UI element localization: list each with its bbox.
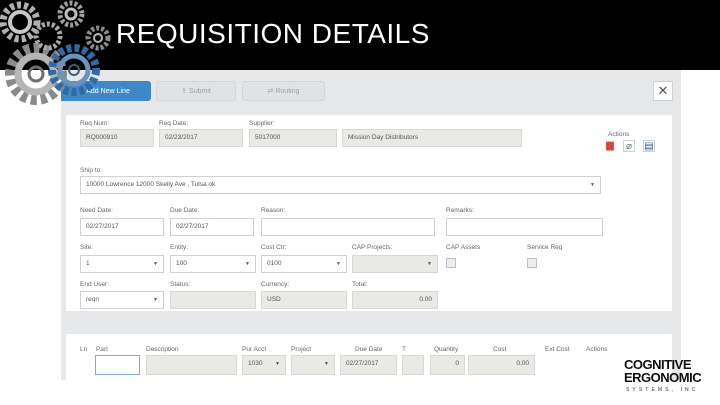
cost-ctr-value: 0100 bbox=[267, 260, 282, 267]
close-button[interactable]: ✕ bbox=[653, 81, 673, 101]
cap-projects-label: CAP Projects: bbox=[352, 244, 393, 251]
col-header-ext-cost: Ext Cost bbox=[545, 346, 570, 353]
col-header-quantity: Quantity bbox=[434, 346, 459, 353]
cap-projects-select[interactable]: ▼ bbox=[352, 255, 438, 273]
req-date-field: 02/23/2017 bbox=[159, 129, 243, 147]
need-date-input[interactable]: 02/27/2017 bbox=[80, 218, 164, 236]
remarks-label: Remarks: bbox=[446, 207, 474, 214]
ship-to-value: 10000 Lowrence 12000 Skelly Ave , Tulsa … bbox=[86, 181, 216, 188]
entity-label: Entity: bbox=[170, 244, 189, 251]
total-label: Total: bbox=[352, 281, 368, 288]
col-header-ln: Ln bbox=[80, 346, 88, 353]
chevron-down-icon: ▼ bbox=[427, 261, 432, 267]
cap-assets-checkbox[interactable] bbox=[446, 258, 456, 268]
col-header-t: T bbox=[402, 346, 406, 353]
cost-ctr-select[interactable]: 0100 ▼ bbox=[261, 255, 347, 273]
comment-icon[interactable]: ▤ bbox=[643, 140, 655, 152]
supplier-label: Supplier: bbox=[249, 120, 275, 127]
status-field bbox=[170, 291, 256, 309]
col-header-actions: Actions bbox=[586, 346, 608, 353]
ship-to-select[interactable]: 10000 Lowrence 12000 Skelly Ave , Tulsa … bbox=[80, 176, 601, 194]
req-num-field: RQ000910 bbox=[80, 129, 154, 147]
t-field bbox=[402, 355, 424, 375]
requisition-lines-panel: Ln Part Description Pur Acct Project Due… bbox=[66, 334, 672, 380]
site-label: Site: bbox=[80, 244, 94, 251]
col-header-due-date: Due Date bbox=[355, 346, 383, 353]
need-date-label: Need Date: bbox=[80, 207, 113, 214]
total-field: 0.00 bbox=[352, 291, 438, 309]
logo-line-3: SYSTEMS, INC bbox=[626, 387, 699, 393]
col-header-part: Part bbox=[96, 346, 108, 353]
paperclip-icon[interactable]: ⌀ bbox=[623, 140, 635, 152]
cost-ctr-label: Cost Ctr: bbox=[261, 244, 287, 251]
submit-button[interactable]: ⇪ Submit bbox=[156, 81, 236, 101]
col-header-cost: Cost bbox=[493, 346, 507, 353]
req-date-label: Req Date: bbox=[159, 120, 189, 127]
chevron-down-icon: ▼ bbox=[245, 261, 250, 267]
chevron-down-icon: ▼ bbox=[275, 361, 280, 367]
project-select[interactable]: ▼ bbox=[291, 355, 335, 375]
requisition-window: + Add New Line ⇪ Submit ⇄ Routing ✕ Req Num… bbox=[61, 70, 681, 380]
requisition-header-panel: Req Num: RQ000910 Req Date: 02/23/2017 S… bbox=[66, 115, 672, 311]
due-date-label: Due Date: bbox=[170, 207, 200, 214]
logo-line-2: ERGONOMIC bbox=[624, 370, 702, 385]
supplier-code-field: 5017000 bbox=[249, 129, 337, 147]
end-user-select[interactable]: reqn ▼ bbox=[80, 291, 164, 309]
chevron-down-icon: ▼ bbox=[153, 261, 158, 267]
chevron-down-icon: ▼ bbox=[336, 261, 341, 267]
due-date-input[interactable]: 02/27/2017 bbox=[170, 218, 254, 236]
chevron-down-icon: ▼ bbox=[153, 297, 158, 303]
supplier-name-field: Mission Day Distributors bbox=[342, 129, 522, 147]
routing-icon: ⇄ bbox=[267, 88, 274, 95]
gears-logo-icon bbox=[0, 0, 111, 105]
currency-field: USD bbox=[261, 291, 347, 309]
reason-input[interactable] bbox=[261, 218, 435, 236]
page-title: REQUISITION DETAILS bbox=[116, 18, 430, 49]
part-input[interactable] bbox=[95, 355, 140, 375]
routing-button[interactable]: ⇄ Routing bbox=[242, 81, 325, 101]
ship-to-label: Ship to: bbox=[80, 167, 103, 174]
site-value: 1 bbox=[86, 260, 90, 267]
entity-select[interactable]: 100 ▼ bbox=[170, 255, 256, 273]
quantity-input[interactable]: 0 bbox=[430, 355, 465, 375]
close-icon: ✕ bbox=[657, 83, 669, 98]
req-num-label: Req Num: bbox=[80, 120, 110, 127]
remarks-input[interactable] bbox=[446, 218, 603, 236]
line-due-date-field[interactable]: 02/27/2017 bbox=[340, 355, 397, 375]
col-header-pur-acct: Pur Acct bbox=[242, 346, 267, 353]
upload-icon: ⇪ bbox=[181, 88, 188, 95]
site-select[interactable]: 1 ▼ bbox=[80, 255, 164, 273]
pur-acct-value: 1030 bbox=[248, 360, 263, 367]
entity-value: 100 bbox=[176, 260, 187, 267]
service-req-checkbox[interactable] bbox=[527, 258, 537, 268]
end-user-value: reqn bbox=[86, 296, 100, 303]
service-req-label: Service Req bbox=[527, 244, 563, 251]
cap-assets-label: CAP Assets bbox=[446, 244, 481, 251]
col-header-description: Description bbox=[146, 346, 179, 353]
end-user-label: End User: bbox=[80, 281, 109, 288]
status-label: Status: bbox=[170, 281, 191, 288]
company-logo: COGNITIVE ERGONOMIC SYSTEMS, INC bbox=[620, 355, 716, 399]
pur-acct-select[interactable]: 1030 ▼ bbox=[242, 355, 286, 375]
description-field bbox=[146, 355, 237, 375]
actions-label: Actions bbox=[608, 131, 630, 138]
col-header-project: Project bbox=[291, 346, 312, 353]
chevron-down-icon: ▼ bbox=[590, 182, 595, 188]
cost-input[interactable]: 0.00 bbox=[468, 355, 535, 375]
toolbar: + Add New Line ⇪ Submit ⇄ Routing ✕ bbox=[61, 70, 681, 112]
currency-label: Currency: bbox=[261, 281, 290, 288]
reason-label: Reason: bbox=[261, 207, 286, 214]
chevron-down-icon: ▼ bbox=[324, 361, 329, 367]
pdf-icon[interactable]: ▆ bbox=[604, 140, 616, 152]
